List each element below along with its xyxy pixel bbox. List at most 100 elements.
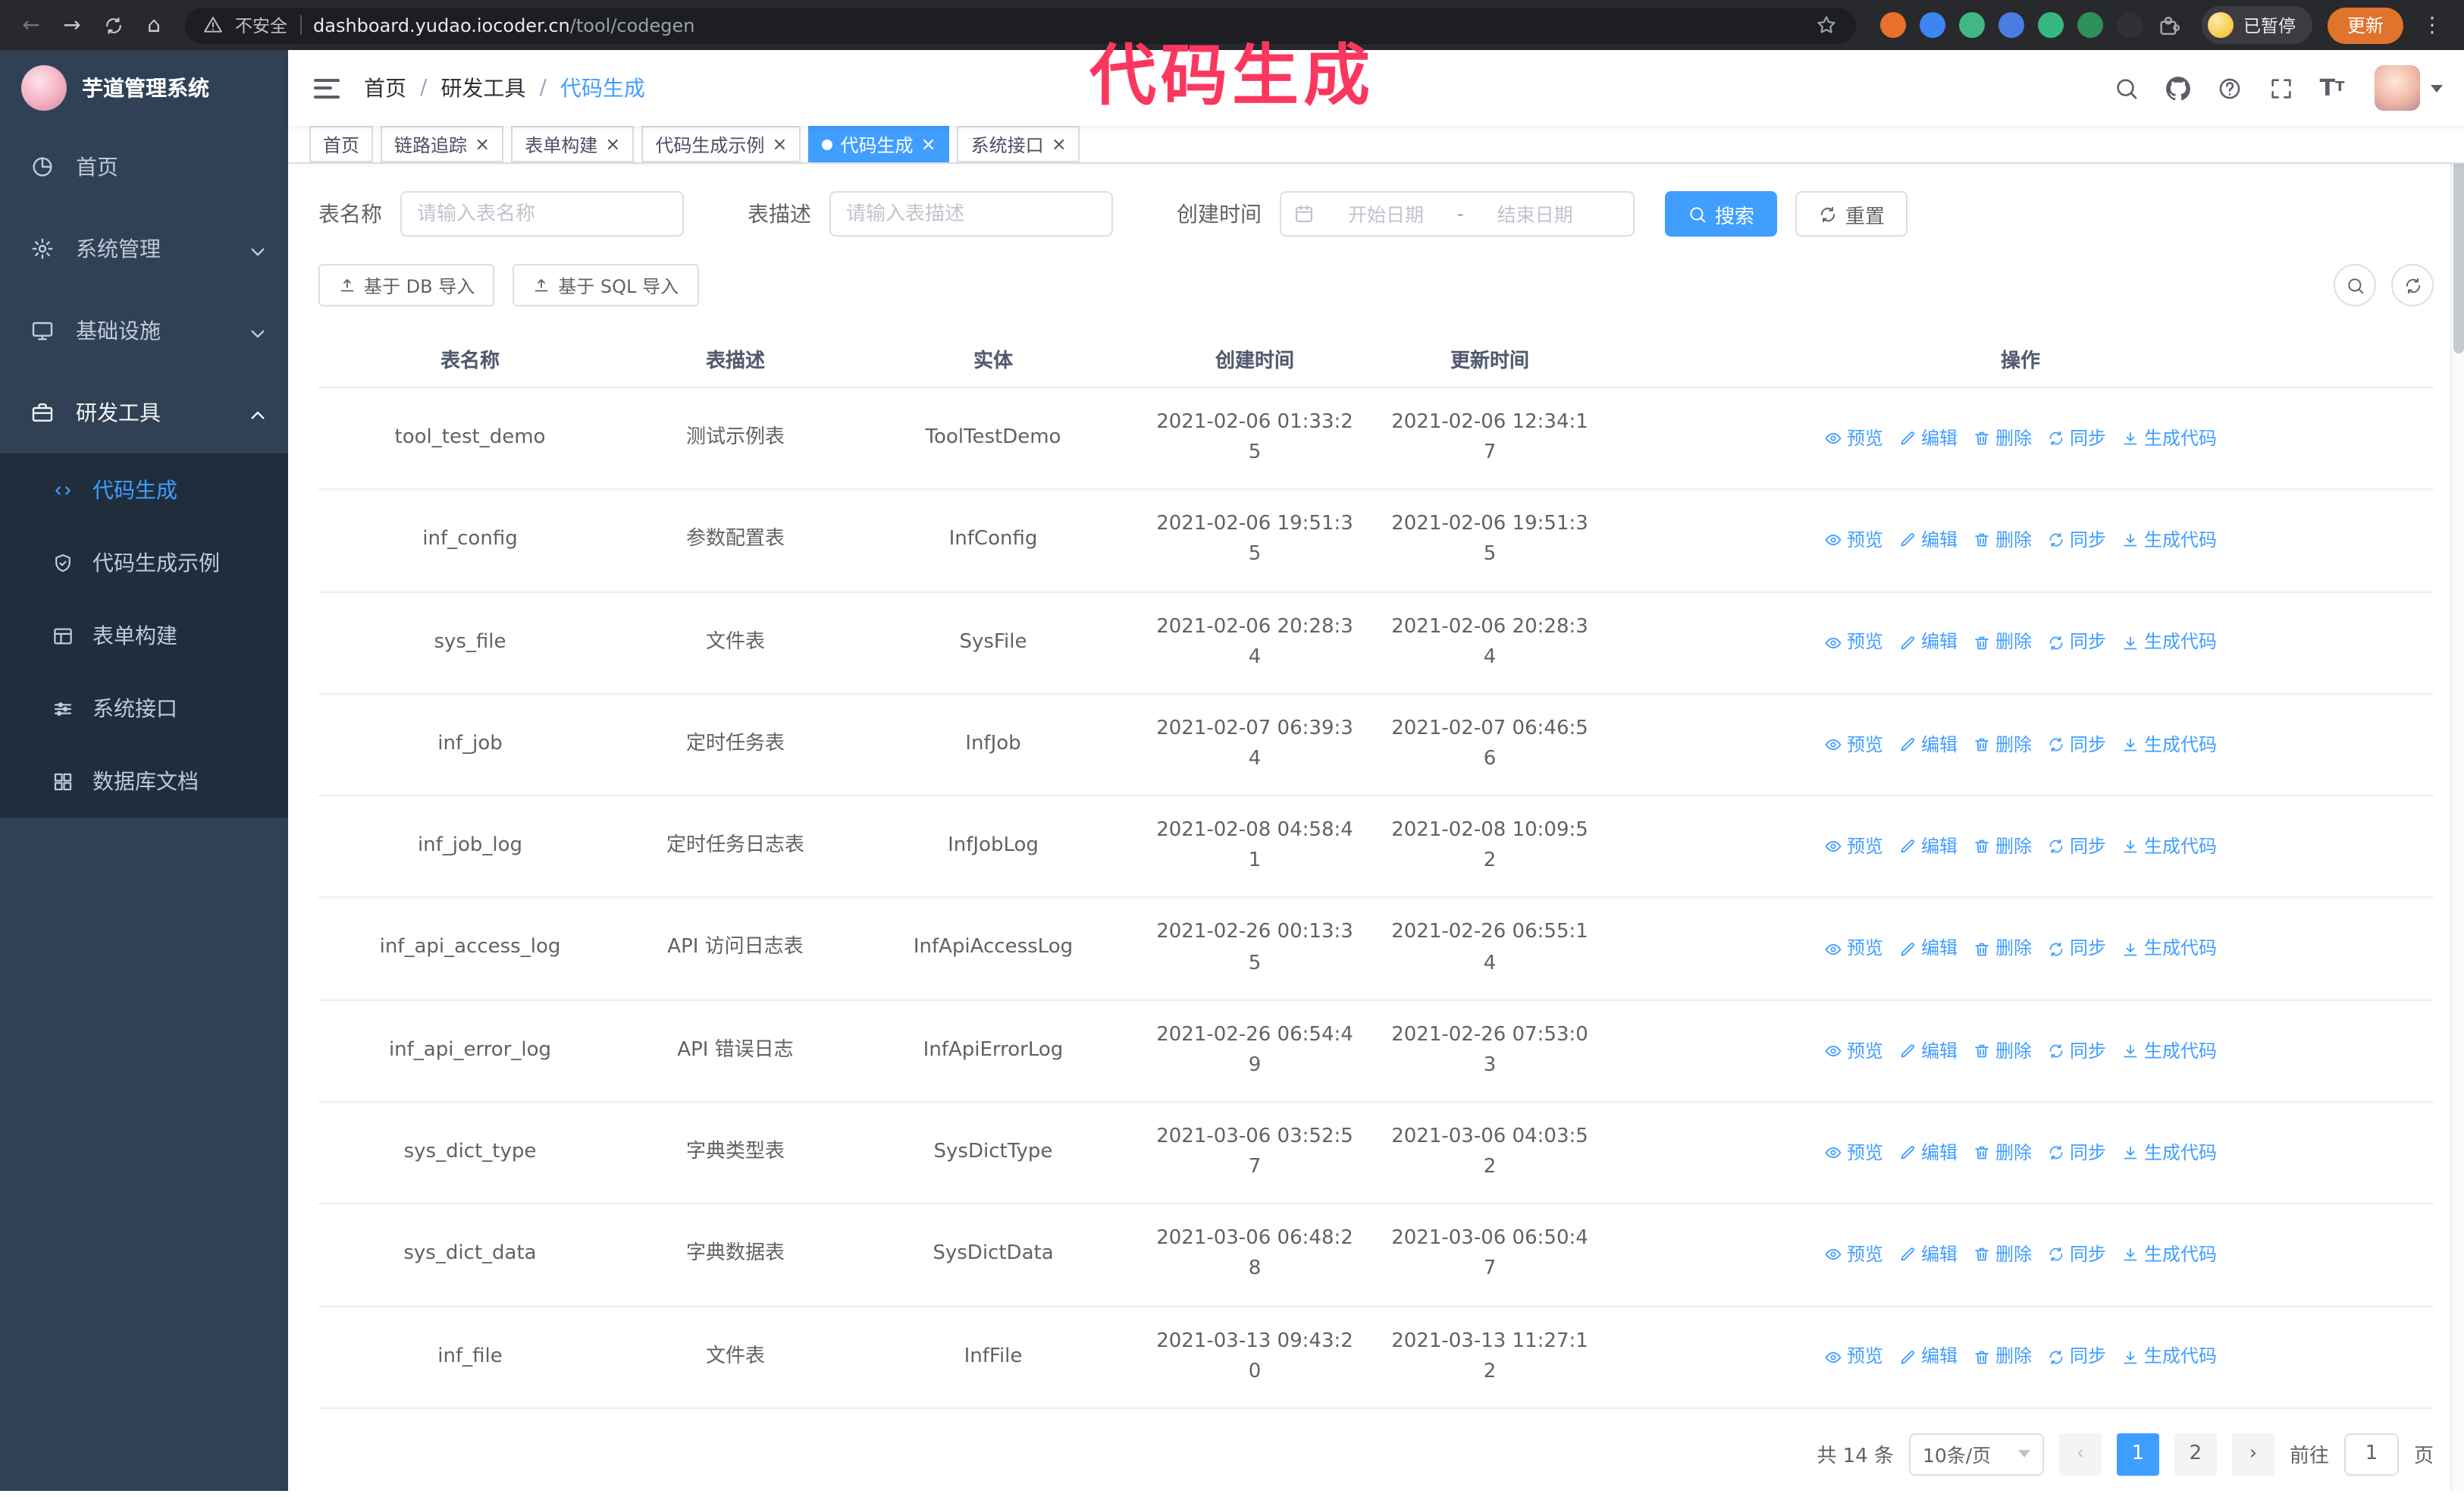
sync-link[interactable]: 同步	[2047, 1343, 2106, 1371]
page-button-1[interactable]: 1	[2116, 1433, 2159, 1476]
preview-link[interactable]: 预览	[1824, 526, 1883, 554]
sync-link[interactable]: 同步	[2047, 1241, 2106, 1269]
generate-code-link[interactable]: 生成代码	[2121, 730, 2217, 758]
preview-link[interactable]: 预览	[1824, 730, 1883, 758]
delete-link[interactable]: 删除	[1973, 730, 2032, 758]
browser-update-button[interactable]: 更新	[2327, 7, 2403, 43]
header-search-button[interactable]	[2102, 58, 2150, 118]
generate-code-link[interactable]: 生成代码	[2121, 425, 2217, 453]
font-size-button[interactable]: TT	[2308, 58, 2356, 118]
sync-link[interactable]: 同步	[2047, 730, 2106, 758]
user-menu[interactable]	[2375, 65, 2443, 111]
page-size-select[interactable]: 10条/页	[1908, 1433, 2044, 1476]
sidebar-subitem-0[interactable]: 代码生成	[0, 453, 288, 526]
tab-item-4[interactable]: 代码生成 ×	[808, 126, 950, 162]
import-sql-button[interactable]: 基于 SQL 导入	[513, 264, 698, 306]
vue-devtools-extension-icon[interactable]	[1959, 12, 1986, 38]
sidebar-item-3[interactable]: 研发工具	[0, 372, 288, 453]
sidebar-item-1[interactable]: 系统管理	[0, 208, 288, 290]
generate-code-link[interactable]: 生成代码	[2121, 833, 2217, 861]
edit-link[interactable]: 编辑	[1898, 730, 1958, 758]
sidebar-subitem-1[interactable]: 代码生成示例	[0, 526, 288, 599]
fullscreen-button[interactable]	[2256, 58, 2305, 118]
generate-code-link[interactable]: 生成代码	[2121, 1241, 2217, 1269]
sidebar-item-0[interactable]: 首页	[0, 126, 288, 208]
browser-reload-button[interactable]	[94, 6, 132, 44]
sidebar-subitem-3[interactable]: 系统接口	[0, 672, 288, 745]
delete-link[interactable]: 删除	[1973, 629, 2032, 657]
generate-code-link[interactable]: 生成代码	[2121, 1139, 2217, 1167]
preview-link[interactable]: 预览	[1824, 425, 1883, 453]
sidebar-subitem-2[interactable]: 表单构建	[0, 599, 288, 672]
scrollbar-thumb[interactable]	[2453, 141, 2464, 353]
table-desc-input[interactable]	[846, 202, 1096, 225]
delete-link[interactable]: 删除	[1973, 425, 2032, 453]
tampermonkey-extension-icon[interactable]	[2117, 12, 2143, 38]
sync-link[interactable]: 同步	[2047, 629, 2106, 657]
end-date-input[interactable]	[1469, 202, 1600, 225]
browser-menu-icon[interactable]: ⋮	[2412, 13, 2452, 37]
sync-link[interactable]: 同步	[2047, 526, 2106, 554]
preview-link[interactable]: 预览	[1824, 833, 1883, 861]
page-button-2[interactable]: 2	[2174, 1433, 2217, 1476]
start-date-input[interactable]	[1321, 202, 1451, 225]
tab-item-0[interactable]: 首页	[309, 126, 374, 162]
close-icon[interactable]: ×	[772, 135, 787, 153]
delete-link[interactable]: 删除	[1973, 1037, 2032, 1065]
delete-link[interactable]: 删除	[1973, 1241, 2032, 1269]
profile-paused-chip[interactable]: 已暂停	[2202, 6, 2312, 44]
fox-extension-icon[interactable]	[1880, 12, 1907, 38]
sync-link[interactable]: 同步	[2047, 1139, 2106, 1167]
date-range-picker[interactable]: -	[1280, 191, 1635, 237]
tab-item-2[interactable]: 表单构建 ×	[511, 126, 635, 162]
help-button[interactable]	[2205, 58, 2253, 118]
edit-link[interactable]: 编辑	[1898, 1241, 1958, 1269]
edit-link[interactable]: 编辑	[1898, 1343, 1958, 1371]
delete-link[interactable]: 删除	[1973, 526, 2032, 554]
close-icon[interactable]: ×	[921, 135, 936, 153]
import-db-button[interactable]: 基于 DB 导入	[318, 264, 495, 306]
goto-page-input[interactable]	[2343, 1433, 2399, 1476]
users-extension-icon[interactable]	[1998, 12, 2025, 38]
prev-page-button[interactable]: ‹	[2058, 1433, 2102, 1476]
next-page-button[interactable]: ›	[2231, 1433, 2274, 1476]
refresh-table-button[interactable]	[2391, 264, 2434, 306]
browser-home-button[interactable]: ⌂	[135, 6, 173, 44]
sync-link[interactable]: 同步	[2047, 425, 2106, 453]
preview-link[interactable]: 预览	[1824, 1241, 1883, 1269]
delete-link[interactable]: 删除	[1973, 1343, 2032, 1371]
preview-link[interactable]: 预览	[1824, 1343, 1883, 1371]
generate-code-link[interactable]: 生成代码	[2121, 1037, 2217, 1065]
browser-forward-button[interactable]: →	[53, 6, 91, 44]
generate-code-link[interactable]: 生成代码	[2121, 1343, 2217, 1371]
edit-link[interactable]: 编辑	[1898, 1037, 1958, 1065]
github-button[interactable]	[2153, 58, 2202, 118]
generate-code-link[interactable]: 生成代码	[2121, 629, 2217, 657]
delete-link[interactable]: 删除	[1973, 935, 2032, 963]
app-logo[interactable]: 芋道管理系统	[0, 50, 288, 126]
generate-code-link[interactable]: 生成代码	[2121, 935, 2217, 963]
preview-link[interactable]: 预览	[1824, 1139, 1883, 1167]
tab-item-5[interactable]: 系统接口 ×	[957, 126, 1080, 162]
search-button[interactable]: 搜索	[1665, 191, 1778, 237]
edit-link[interactable]: 编辑	[1898, 935, 1958, 963]
window-scrollbar[interactable]	[2450, 50, 2464, 1491]
edit-link[interactable]: 编辑	[1898, 1139, 1958, 1167]
bookmark-star-icon[interactable]	[1816, 14, 1839, 36]
sync-link[interactable]: 同步	[2047, 935, 2106, 963]
edit-link[interactable]: 编辑	[1898, 629, 1958, 657]
capture-extension-icon[interactable]	[2038, 12, 2064, 38]
tab-item-1[interactable]: 链路追踪 ×	[381, 126, 504, 162]
breadcrumb-item-1[interactable]: 研发工具	[440, 73, 525, 103]
close-icon[interactable]: ×	[1052, 135, 1067, 153]
browser-back-button[interactable]: ←	[12, 6, 50, 44]
edit-link[interactable]: 编辑	[1898, 425, 1958, 453]
delete-link[interactable]: 删除	[1973, 1139, 2032, 1167]
preview-link[interactable]: 预览	[1824, 935, 1883, 963]
close-icon[interactable]: ×	[475, 135, 490, 153]
delete-link[interactable]: 删除	[1973, 833, 2032, 861]
edit-link[interactable]: 编辑	[1898, 526, 1958, 554]
drop-extension-icon[interactable]	[1920, 12, 1946, 38]
generate-code-link[interactable]: 生成代码	[2121, 526, 2217, 554]
breadcrumb-item-0[interactable]: 首页	[364, 73, 406, 103]
